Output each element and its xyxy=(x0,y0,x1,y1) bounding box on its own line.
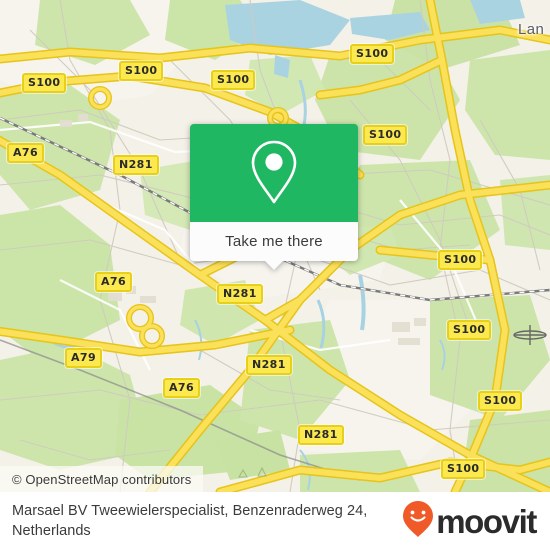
map-canvas[interactable]: Lan S100 S100 S100 S100 S100 S100 S100 S… xyxy=(0,0,550,492)
osm-attribution[interactable]: © OpenStreetMap contributors xyxy=(0,466,204,492)
road-shield-n281[interactable]: N281 xyxy=(298,425,344,445)
callout-pin-panel xyxy=(190,124,358,222)
moovit-wordmark: moovit xyxy=(436,502,537,540)
place-address-label: Marsael BV Tweewielerspecialist, Benzenr… xyxy=(12,503,368,539)
road-shield-s100[interactable]: S100 xyxy=(438,250,483,270)
road-shield-a76[interactable]: A76 xyxy=(163,378,201,398)
take-me-there-label: Take me there xyxy=(225,233,323,250)
road-shield-a79[interactable]: A79 xyxy=(65,348,103,368)
road-shield-s100[interactable]: S100 xyxy=(441,459,486,479)
road-shield-a76[interactable]: A76 xyxy=(95,272,133,292)
map-pin-icon xyxy=(247,138,301,208)
road-shield-s100[interactable]: S100 xyxy=(478,391,523,411)
callout-action-panel[interactable]: Take me there xyxy=(190,222,358,270)
road-shield-s100[interactable]: S100 xyxy=(363,125,408,145)
callout-pointer-tail xyxy=(264,260,284,270)
footer-bar: Marsael BV Tweewielerspecialist, Benzenr… xyxy=(0,492,550,550)
road-shield-a76[interactable]: A76 xyxy=(7,143,45,163)
moovit-logo[interactable]: moovit xyxy=(401,499,537,544)
road-shield-s100[interactable]: S100 xyxy=(447,320,492,340)
road-shield-s100[interactable]: S100 xyxy=(350,44,395,64)
map-screenshot-root: Lan S100 S100 S100 S100 S100 S100 S100 S… xyxy=(0,0,550,550)
road-shield-s100[interactable]: S100 xyxy=(119,61,164,81)
road-shield-n281[interactable]: N281 xyxy=(113,155,159,175)
location-callout-card[interactable]: Take me there xyxy=(190,124,358,270)
osm-attribution-text: © OpenStreetMap contributors xyxy=(12,471,192,487)
road-shield-s100[interactable]: S100 xyxy=(211,70,256,90)
road-shield-s100[interactable]: S100 xyxy=(22,73,67,93)
moovit-smiley-pin-icon xyxy=(401,499,435,544)
road-shield-n281[interactable]: N281 xyxy=(217,284,263,304)
road-shield-n281[interactable]: N281 xyxy=(246,355,292,375)
